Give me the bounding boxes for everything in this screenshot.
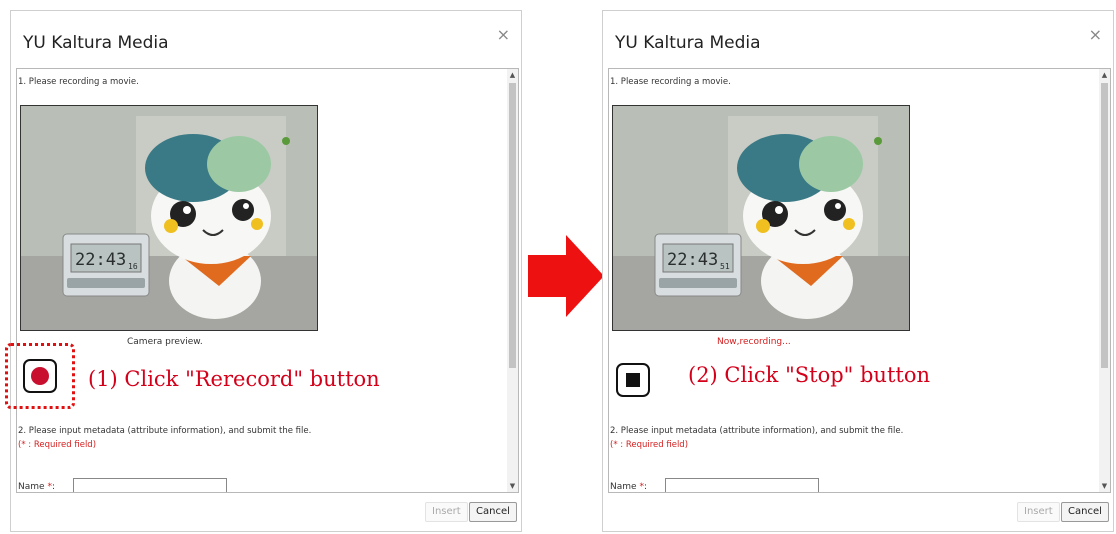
name-input[interactable] [665,478,819,492]
dialog-content-pane[interactable]: 1. Please recording a movie. 22:43 16 Ca… [16,68,519,493]
cancel-button[interactable]: Cancel [1061,502,1109,522]
close-icon[interactable]: × [1089,25,1102,44]
dialog-title: YU Kaltura Media [615,33,761,53]
scrollbar[interactable]: ▲ ▼ [1099,69,1110,492]
dialog-title: YU Kaltura Media [23,33,169,53]
required-field-note: (* : Required field) [610,440,689,450]
scrollbar[interactable]: ▲ ▼ [507,69,518,492]
kaltura-dialog-left: YU Kaltura Media × 1. Please recording a… [10,10,522,532]
desk-clock: 22:43 51 [654,233,742,297]
stop-button[interactable] [616,363,650,397]
step2-instruction: 2. Please input metadata (attribute info… [610,426,904,436]
preview-caption: Camera preview. [127,337,203,347]
rerecord-button[interactable] [23,359,57,393]
name-field-label: Name *: [610,482,647,492]
dialog-content-pane[interactable]: 1. Please recording a movie. 22:43 51 No… [608,68,1111,493]
desk-clock: 22:43 16 [62,233,150,297]
name-label-text: Name [18,482,45,492]
stop-square-icon [626,373,640,387]
cancel-button[interactable]: Cancel [469,502,517,522]
clock-time: 22:43 [667,250,718,270]
step1-instruction: 1. Please recording a movie. [610,77,731,87]
recording-status: Now,recording... [717,337,791,347]
camera-preview-video: 22:43 51 [612,105,910,331]
name-field-label: Name *: [18,482,55,492]
name-label-colon: : [51,482,55,492]
scroll-down-icon[interactable]: ▼ [508,482,517,490]
insert-button[interactable]: Insert [1017,502,1060,522]
scroll-up-icon[interactable]: ▲ [1100,71,1109,79]
insert-button[interactable]: Insert [425,502,468,522]
scroll-up-icon[interactable]: ▲ [508,71,517,79]
name-label-text: Name [610,482,637,492]
camera-preview-video: 22:43 16 [20,105,318,331]
kaltura-dialog-right: YU Kaltura Media × 1. Please recording a… [602,10,1114,532]
close-icon[interactable]: × [497,25,510,44]
clock-time: 22:43 [75,250,126,270]
step1-instruction: 1. Please recording a movie. [18,77,139,87]
name-label-colon: : [643,482,647,492]
scroll-thumb[interactable] [1101,83,1108,368]
required-field-note: (* : Required field) [18,440,97,450]
step2-instruction: 2. Please input metadata (attribute info… [18,426,312,436]
clock-seconds: 51 [720,262,730,271]
right-arrow-icon [528,235,604,317]
clock-seconds: 16 [128,262,138,271]
annotation-rerecord: (1) Click "Rerecord" button [88,367,380,391]
annotation-stop: (2) Click "Stop" button [688,363,931,387]
scroll-thumb[interactable] [509,83,516,368]
name-input[interactable] [73,478,227,492]
record-dot-icon [31,367,49,385]
scroll-down-icon[interactable]: ▼ [1100,482,1109,490]
